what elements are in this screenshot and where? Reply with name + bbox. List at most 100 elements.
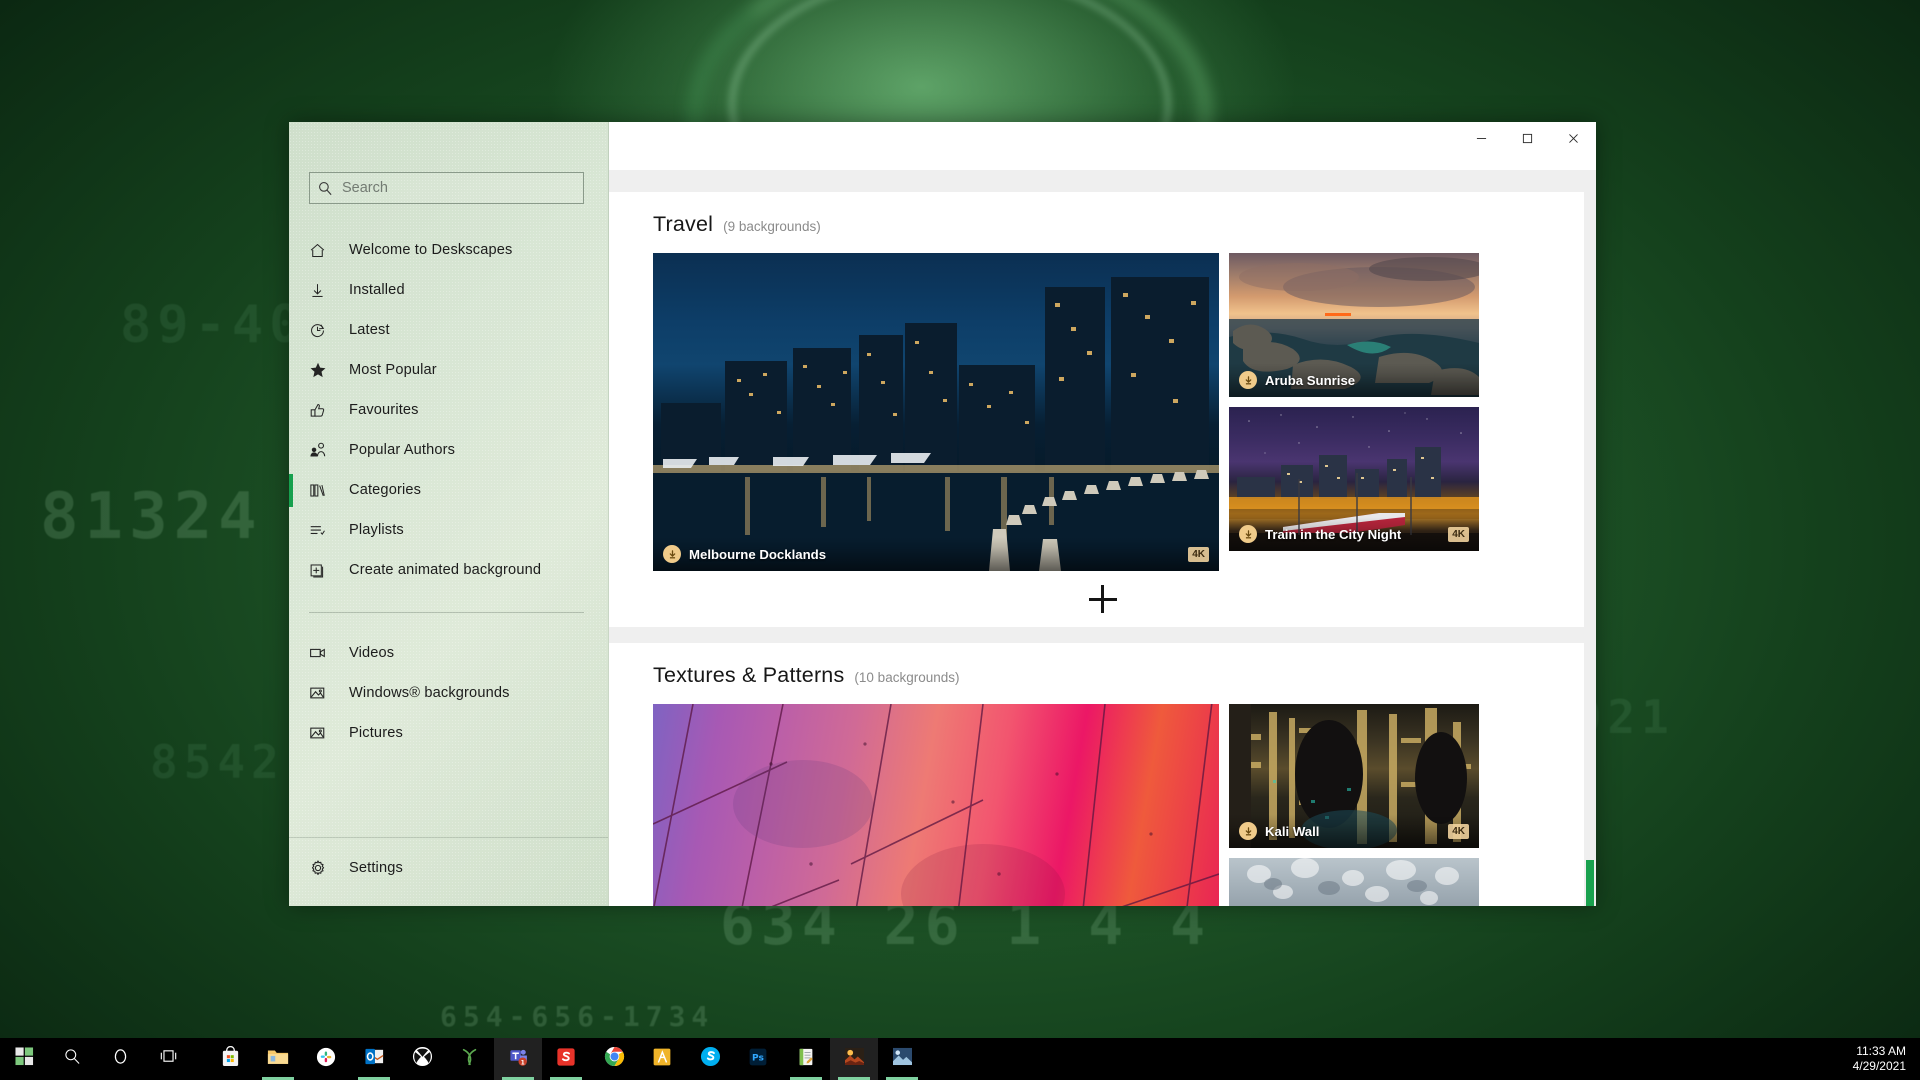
microsoft-store-button[interactable] bbox=[206, 1038, 254, 1080]
playlist-icon bbox=[309, 519, 335, 541]
search-box[interactable] bbox=[309, 172, 584, 204]
sidebar-item-label: Welcome to Deskscapes bbox=[349, 242, 513, 258]
minimize-button[interactable] bbox=[1458, 122, 1504, 154]
section-count: (9 backgrounds) bbox=[723, 219, 821, 234]
download-circle-icon[interactable] bbox=[1239, 525, 1257, 543]
svg-text:1: 1 bbox=[520, 1060, 524, 1066]
task-view-icon bbox=[159, 1048, 178, 1070]
slack-button[interactable] bbox=[302, 1038, 350, 1080]
curve-app-button[interactable] bbox=[446, 1038, 494, 1080]
snagit-button[interactable] bbox=[542, 1038, 590, 1080]
plus-square-icon bbox=[309, 559, 335, 581]
deskscapes-button[interactable] bbox=[830, 1038, 878, 1080]
sidebar-item-categories[interactable]: Categories bbox=[289, 470, 608, 510]
scroll-region[interactable]: Travel (9 backgrounds) Melbourne Docklan… bbox=[609, 170, 1596, 906]
microsoft-teams-button[interactable]: 1 bbox=[494, 1038, 542, 1080]
thumbnail-image bbox=[653, 704, 1219, 906]
lambda-app-button[interactable] bbox=[638, 1038, 686, 1080]
expand-section-row bbox=[609, 571, 1596, 627]
featured-column: Melbourne Docklands 4K bbox=[653, 253, 1219, 571]
sidebar-item-videos[interactable]: Videos bbox=[289, 633, 608, 673]
background-tile-kali-wall[interactable]: Kali Wall 4K bbox=[1229, 704, 1479, 848]
section-separator-band bbox=[609, 627, 1596, 643]
person-icon bbox=[309, 439, 335, 461]
maximize-button[interactable] bbox=[1504, 122, 1550, 154]
sidebar-nav-primary: Welcome to Deskscapes Installed Latest M… bbox=[289, 230, 608, 590]
deskscapes-icon bbox=[844, 1047, 865, 1071]
skype-icon bbox=[700, 1046, 721, 1072]
xbox-button[interactable] bbox=[398, 1038, 446, 1080]
bg-number-1: 89-40 bbox=[120, 295, 307, 355]
side-column: Kali Wall 4K bbox=[1229, 704, 1479, 906]
background-tile-texture-featured[interactable] bbox=[653, 704, 1219, 906]
sidebar-item-windows-backgrounds[interactable]: Windows® backgrounds bbox=[289, 673, 608, 713]
tile-caption: Aruba Sunrise bbox=[1229, 363, 1479, 397]
video-camera-icon bbox=[309, 642, 335, 664]
sidebar-item-label: Settings bbox=[349, 860, 403, 876]
lambda-icon bbox=[652, 1047, 672, 1072]
windows-logo-icon bbox=[14, 1047, 34, 1071]
bg-number-5: 654-656-1734 bbox=[440, 1000, 715, 1033]
task-view-button[interactable] bbox=[144, 1038, 192, 1080]
taskbar: 1 Ps 11:33 AM 4/29/2021 bbox=[0, 1038, 1920, 1080]
store-bag-icon bbox=[220, 1045, 241, 1072]
background-tile-aruba-sunrise[interactable]: Aruba Sunrise bbox=[1229, 253, 1479, 397]
resolution-badge: 4K bbox=[1448, 823, 1469, 839]
sidebar-item-label: Most Popular bbox=[349, 362, 437, 378]
tile-title: Kali Wall bbox=[1265, 823, 1320, 839]
sidebar-item-create-animated-background[interactable]: Create animated background bbox=[289, 550, 608, 590]
snagit-s-icon bbox=[556, 1047, 576, 1072]
background-tile-train-in-the-city-night[interactable]: Train in the City Night 4K bbox=[1229, 407, 1479, 551]
sidebar-item-label: Create animated background bbox=[349, 562, 542, 578]
side-column: Aruba Sunrise Train in the City Night 4K bbox=[1229, 253, 1479, 571]
home-icon bbox=[309, 239, 335, 261]
cortana-button[interactable] bbox=[96, 1038, 144, 1080]
folder-icon bbox=[267, 1047, 289, 1071]
svg-text:Ps: Ps bbox=[752, 1053, 764, 1063]
photos-app-button[interactable] bbox=[878, 1038, 926, 1080]
sidebar-item-welcome[interactable]: Welcome to Deskscapes bbox=[289, 230, 608, 270]
search-taskbar-button[interactable] bbox=[48, 1038, 96, 1080]
sidebar-item-installed[interactable]: Installed bbox=[289, 270, 608, 310]
expand-section-button[interactable] bbox=[1088, 585, 1117, 613]
sidebar-item-most-popular[interactable]: Most Popular bbox=[289, 350, 608, 390]
sidebar-item-latest[interactable]: Latest bbox=[289, 310, 608, 350]
sidebar: Welcome to Deskscapes Installed Latest bbox=[289, 122, 609, 906]
search-input[interactable] bbox=[342, 180, 575, 196]
bg-number-3: 8542 bbox=[150, 735, 285, 789]
download-circle-icon[interactable] bbox=[663, 545, 681, 563]
sidebar-item-favourites[interactable]: Favourites bbox=[289, 390, 608, 430]
clock-time: 11:33 AM bbox=[1856, 1044, 1906, 1058]
window-titlebar bbox=[609, 122, 1596, 170]
thumbnail-image bbox=[1229, 858, 1479, 906]
download-circle-icon[interactable] bbox=[1239, 822, 1257, 840]
sidebar-item-playlists[interactable]: Playlists bbox=[289, 510, 608, 550]
google-chrome-button[interactable] bbox=[590, 1038, 638, 1080]
outlook-button[interactable] bbox=[350, 1038, 398, 1080]
download-circle-icon[interactable] bbox=[1239, 371, 1257, 389]
tile-title: Aruba Sunrise bbox=[1265, 372, 1356, 388]
chrome-icon bbox=[604, 1046, 625, 1072]
sidebar-item-settings[interactable]: Settings bbox=[289, 848, 608, 888]
sidebar-item-label: Latest bbox=[349, 322, 390, 338]
search-icon bbox=[64, 1048, 81, 1070]
taskbar-clock[interactable]: 11:33 AM 4/29/2021 bbox=[1853, 1044, 1906, 1074]
notepad-app-button[interactable] bbox=[782, 1038, 830, 1080]
scrollbar-thumb[interactable] bbox=[1586, 860, 1594, 906]
thumbnail-grid: Kali Wall 4K bbox=[609, 704, 1596, 906]
skype-button[interactable] bbox=[686, 1038, 734, 1080]
sidebar-item-popular-authors[interactable]: Popular Authors bbox=[289, 430, 608, 470]
top-band bbox=[609, 170, 1596, 192]
sidebar-item-pictures[interactable]: Pictures bbox=[289, 713, 608, 753]
scrollbar-track[interactable] bbox=[1584, 170, 1596, 906]
background-tile-melbourne-docklands[interactable]: Melbourne Docklands 4K bbox=[653, 253, 1219, 571]
close-button[interactable] bbox=[1550, 122, 1596, 154]
books-icon bbox=[309, 479, 335, 501]
background-tile-water-texture[interactable] bbox=[1229, 858, 1479, 906]
start-button[interactable] bbox=[0, 1038, 48, 1080]
photoshop-button[interactable]: Ps bbox=[734, 1038, 782, 1080]
featured-column bbox=[653, 704, 1219, 906]
file-explorer-button[interactable] bbox=[254, 1038, 302, 1080]
section-textures-and-patterns: Textures & Patterns (10 backgrounds) Kal… bbox=[609, 643, 1596, 906]
